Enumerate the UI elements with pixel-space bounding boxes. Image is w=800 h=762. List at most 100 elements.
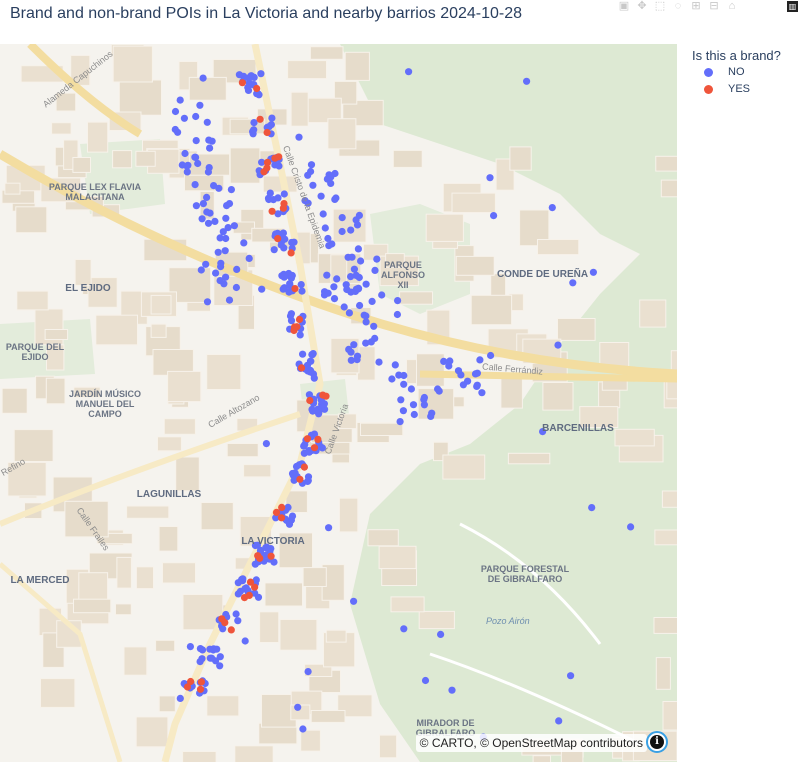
poi-point-no[interactable] (317, 192, 325, 200)
poi-point-yes[interactable] (253, 84, 261, 93)
poi-point-yes[interactable] (263, 164, 271, 172)
poi-point-no[interactable] (304, 668, 312, 676)
zoom-out-icon[interactable]: ⊟ (708, 0, 720, 12)
poi-point-no[interactable] (355, 211, 363, 219)
poi-point-no[interactable] (199, 200, 207, 208)
poi-point-no[interactable] (323, 271, 331, 279)
poi-point-no[interactable] (225, 296, 234, 304)
poi-point-no[interactable] (350, 341, 358, 349)
poi-point-no[interactable] (240, 239, 248, 247)
poi-point-no[interactable] (347, 348, 355, 356)
poi-point-no[interactable] (225, 200, 234, 208)
poi-point-no[interactable] (241, 637, 249, 645)
poi-point-no[interactable] (405, 68, 413, 76)
poi-point-no[interactable] (192, 112, 200, 121)
poi-point-yes[interactable] (238, 79, 246, 87)
poi-point-no[interactable] (294, 703, 302, 711)
poi-point-no[interactable] (222, 214, 230, 222)
poi-point-no[interactable] (428, 409, 436, 417)
poi-point-no[interactable] (338, 227, 346, 236)
poi-point-yes[interactable] (267, 552, 275, 560)
poi-point-no[interactable] (332, 194, 340, 202)
poi-point-yes[interactable] (296, 475, 304, 483)
poi-point-no[interactable] (250, 119, 258, 127)
map-attribution[interactable]: © CARTO, © OpenStreetMap contributors (415, 734, 647, 752)
legend-item-no[interactable]: NO (688, 64, 781, 80)
poi-point-yes[interactable] (221, 619, 229, 627)
poi-point-no[interactable] (258, 285, 266, 293)
poi-point-yes[interactable] (319, 391, 327, 399)
poi-point-no[interactable] (362, 339, 370, 347)
poi-point-no[interactable] (211, 217, 219, 225)
poi-point-no[interactable] (589, 268, 598, 276)
poi-point-no[interactable] (490, 212, 498, 220)
poi-point-no[interactable] (368, 297, 376, 305)
poi-point-no[interactable] (181, 149, 189, 158)
poi-point-no[interactable] (262, 440, 270, 448)
poi-point-no[interactable] (396, 418, 404, 426)
poi-point-yes[interactable] (290, 323, 299, 331)
poi-point-no[interactable] (391, 361, 399, 369)
poi-point-no[interactable] (437, 630, 445, 639)
poi-point-no[interactable] (224, 224, 232, 232)
poi-point-no[interactable] (308, 351, 316, 359)
poi-point-yes[interactable] (240, 594, 249, 602)
poi-point-no[interactable] (234, 617, 242, 625)
poi-point-no[interactable] (421, 676, 430, 685)
poi-point-no[interactable] (285, 288, 293, 296)
poi-point-no[interactable] (588, 504, 596, 512)
info-button[interactable]: i (646, 731, 668, 753)
poi-point-no[interactable] (355, 284, 363, 292)
poi-point-no[interactable] (354, 245, 362, 253)
poi-point-no[interactable] (230, 222, 238, 230)
select-box-icon[interactable]: ⬚ (654, 0, 666, 12)
poi-point-no[interactable] (356, 301, 364, 310)
poi-point-yes[interactable] (197, 678, 205, 686)
poi-point-no[interactable] (309, 181, 317, 189)
poi-point-no[interactable] (330, 295, 339, 303)
poi-point-no[interactable] (203, 193, 211, 201)
poi-point-no[interactable] (319, 210, 327, 218)
poi-point-no[interactable] (198, 655, 206, 663)
poi-point-yes[interactable] (227, 626, 235, 634)
poi-point-no[interactable] (350, 265, 358, 273)
poi-point-no[interactable] (295, 133, 303, 141)
poi-point-no[interactable] (198, 215, 206, 223)
poi-point-no[interactable] (310, 374, 318, 382)
poi-point-yes[interactable] (291, 285, 299, 293)
poi-point-no[interactable] (454, 367, 463, 375)
poi-point-no[interactable] (395, 371, 403, 379)
poi-point-no[interactable] (388, 375, 396, 383)
poi-point-no[interactable] (569, 279, 577, 287)
poi-point-yes[interactable] (275, 153, 283, 161)
poi-point-no[interactable] (213, 645, 221, 653)
poi-point-no[interactable] (399, 407, 407, 415)
poi-point-no[interactable] (235, 71, 243, 79)
poi-point-no[interactable] (400, 380, 408, 388)
poi-point-yes[interactable] (278, 503, 286, 511)
poi-point-no[interactable] (270, 246, 278, 254)
poi-point-no[interactable] (183, 168, 191, 176)
poi-point-no[interactable] (192, 153, 200, 161)
poi-point-no[interactable] (204, 219, 213, 227)
poi-point-no[interactable] (180, 114, 188, 122)
poi-point-no[interactable] (523, 77, 531, 85)
poi-point-no[interactable] (212, 269, 220, 277)
home-icon[interactable]: ⌂ (726, 0, 738, 12)
poi-point-no[interactable] (333, 275, 341, 283)
poi-point-no[interactable] (194, 159, 202, 168)
poi-point-yes[interactable] (306, 396, 314, 405)
poi-point-no[interactable] (445, 362, 453, 370)
poi-point-no[interactable] (350, 597, 358, 605)
poi-point-yes[interactable] (314, 435, 322, 443)
poi-point-no[interactable] (205, 136, 213, 144)
poi-point-no[interactable] (459, 381, 467, 389)
poi-point-no[interactable] (171, 125, 179, 134)
poi-point-no[interactable] (296, 331, 304, 339)
poi-point-no[interactable] (216, 234, 224, 242)
poi-point-no[interactable] (362, 312, 370, 320)
poi-point-no[interactable] (206, 209, 214, 217)
poi-point-yes[interactable] (256, 115, 264, 123)
poi-point-no[interactable] (400, 625, 408, 633)
poi-point-no[interactable] (216, 277, 224, 285)
